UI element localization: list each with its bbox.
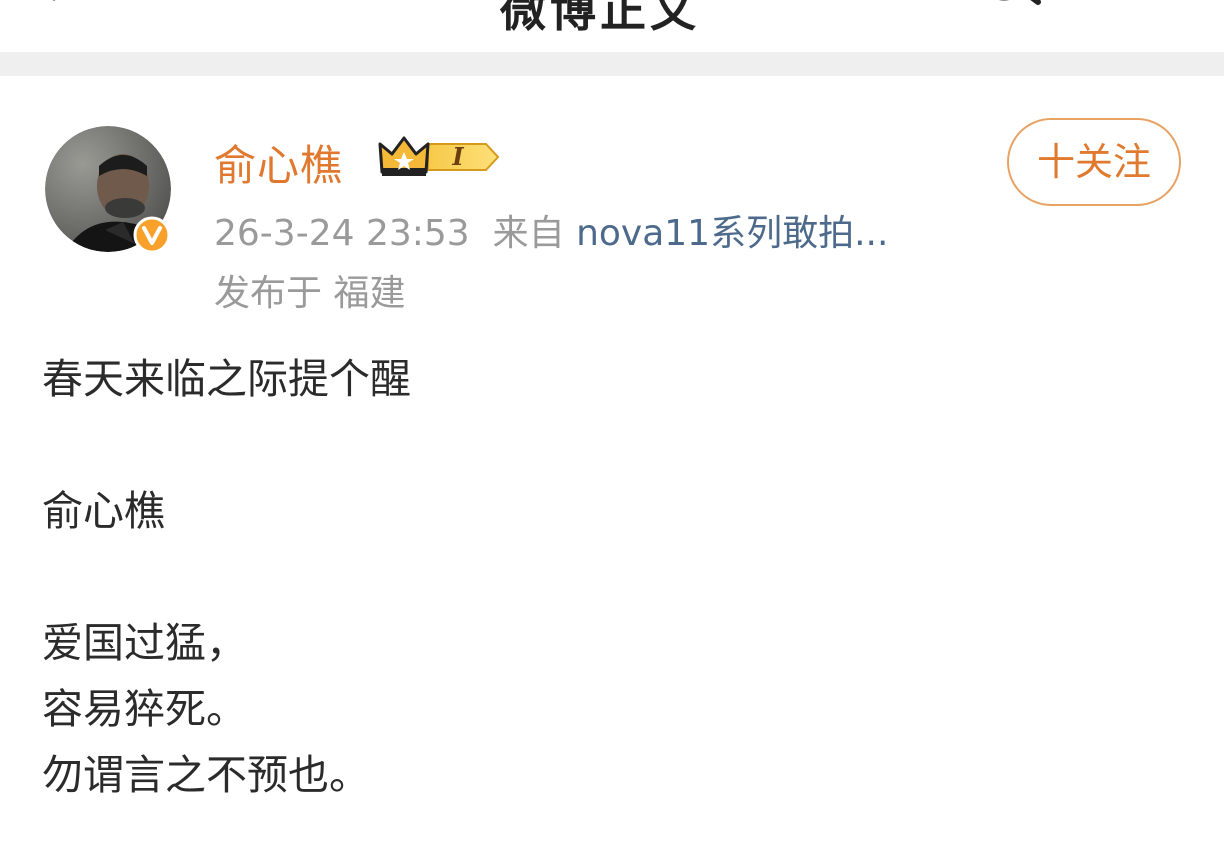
- verified-v-badge-icon: [133, 216, 171, 254]
- weibo-post-card: 俞心樵 I 26-3-24 23:53 来自 nova11系列敢拍... 发布于…: [0, 76, 1224, 843]
- content-line: 容易猝死。: [42, 685, 247, 733]
- post-meta: 26-3-24 23:53 来自 nova11系列敢拍...: [214, 204, 888, 256]
- crown-member-badge-icon[interactable]: I: [378, 132, 502, 182]
- content-line: 俞心樵: [42, 487, 165, 535]
- post-timestamp: 26-3-24 23:53: [214, 213, 470, 254]
- location-label: 发布于: [214, 273, 323, 314]
- source-prefix: 来自: [492, 213, 565, 254]
- section-divider: [0, 52, 1224, 76]
- author-name[interactable]: 俞心樵: [214, 132, 343, 193]
- post-content: 春天来临之际提个醒 俞心樵 爱国过猛， 容易猝死。 勿谓言之不预也。: [42, 346, 411, 808]
- content-line: 春天来临之际提个醒: [42, 355, 411, 403]
- content-line: 爱国过猛，: [42, 619, 247, 667]
- member-level: I: [451, 142, 464, 171]
- top-nav-bar: 微博正文: [0, 0, 1224, 52]
- search-icon[interactable]: [970, 0, 1046, 22]
- post-location: 发布于 福建: [214, 264, 405, 316]
- author-avatar[interactable]: [45, 126, 171, 254]
- source-device-link[interactable]: nova11系列敢拍...: [576, 213, 888, 254]
- follow-button[interactable]: 十关注: [1007, 118, 1181, 206]
- page-title: 微博正文: [500, 0, 700, 37]
- content-line: 勿谓言之不预也。: [42, 751, 370, 799]
- location-value: 福建: [333, 273, 406, 314]
- audio-listen-icon[interactable]: [828, 0, 924, 20]
- back-chevron-icon[interactable]: [40, 0, 80, 18]
